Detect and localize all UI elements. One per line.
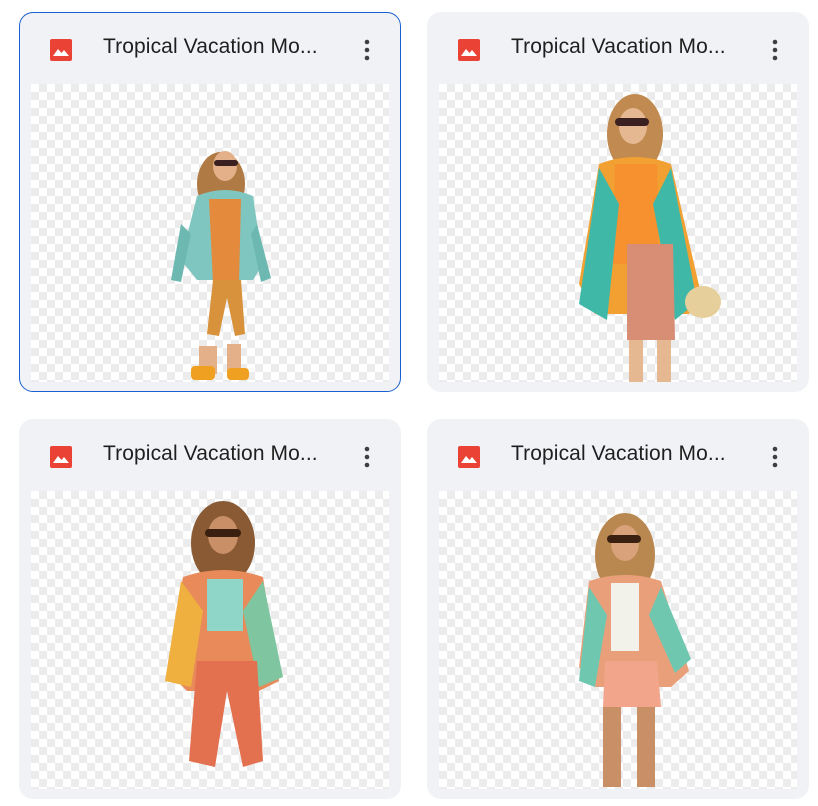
- girl-illustration: [579, 513, 691, 787]
- file-card-header[interactable]: Tropical Vacation Mo...: [428, 13, 808, 83]
- file-title: Tropical Vacation Mo...: [103, 442, 318, 465]
- girl-illustration: [579, 94, 721, 382]
- file-card[interactable]: Tropical Vacation Mo...: [427, 419, 809, 799]
- file-card[interactable]: Tropical Vacation Mo...: [427, 12, 809, 392]
- image-file-icon: [458, 446, 480, 468]
- file-title: Tropical Vacation Mo...: [511, 442, 726, 465]
- file-card[interactable]: Tropical Vacation Mo...: [19, 12, 401, 392]
- file-title: Tropical Vacation Mo...: [511, 35, 726, 58]
- image-thumbnail[interactable]: [31, 491, 389, 789]
- more-options-icon[interactable]: [764, 35, 786, 65]
- image-thumbnail[interactable]: [31, 84, 389, 382]
- image-file-icon: [50, 446, 72, 468]
- file-card[interactable]: Tropical Vacation Mo...: [19, 419, 401, 799]
- more-options-icon[interactable]: [356, 442, 378, 472]
- girl-illustration: [165, 501, 283, 767]
- file-card-header[interactable]: Tropical Vacation Mo...: [20, 420, 400, 490]
- image-thumbnail[interactable]: [439, 491, 797, 789]
- image-file-icon: [458, 39, 480, 61]
- file-title: Tropical Vacation Mo...: [103, 35, 318, 58]
- file-card-header[interactable]: Tropical Vacation Mo...: [20, 13, 400, 83]
- image-thumbnail[interactable]: [439, 84, 797, 382]
- more-options-icon[interactable]: [764, 442, 786, 472]
- file-card-header[interactable]: Tropical Vacation Mo...: [428, 420, 808, 490]
- image-file-icon: [50, 39, 72, 61]
- more-options-icon[interactable]: [356, 35, 378, 65]
- girl-illustration: [171, 151, 271, 380]
